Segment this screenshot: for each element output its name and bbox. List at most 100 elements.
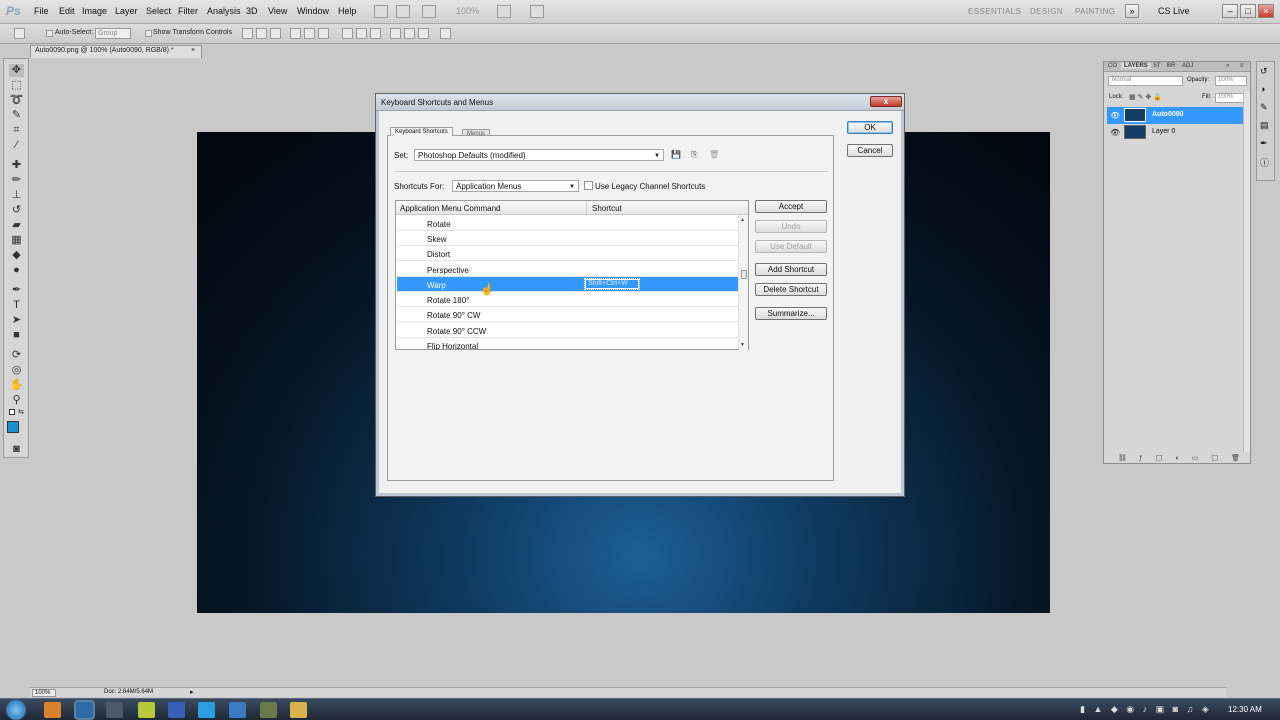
blur-tool-icon[interactable]: ◆	[9, 249, 24, 262]
distribute-right-icon[interactable]	[418, 28, 429, 39]
marquee-tool-icon[interactable]: ⬚	[9, 79, 24, 92]
legacy-channel-checkbox[interactable]	[584, 181, 593, 190]
brushes-panel-icon[interactable]: ✎	[1260, 102, 1268, 113]
menu-file[interactable]: File	[34, 6, 49, 16]
panel-menu-icon[interactable]: ≡	[1240, 63, 1244, 69]
scroll-up-icon[interactable]: ▲	[740, 217, 745, 223]
skype-icon[interactable]	[198, 702, 215, 718]
align-right-icon[interactable]	[318, 28, 329, 39]
dodge-tool-icon[interactable]: ●	[9, 264, 24, 277]
healing-brush-tool-icon[interactable]: ✚	[9, 159, 24, 172]
new-set-icon[interactable]: ⎘	[690, 150, 699, 159]
scroll-down-icon[interactable]: ▼	[740, 342, 745, 348]
panel-collapse-icon[interactable]: »	[1226, 63, 1229, 69]
eraser-tool-icon[interactable]: ▰	[9, 219, 24, 232]
list-item[interactable]: Perspective	[397, 262, 738, 277]
web-icon[interactable]	[229, 702, 246, 718]
firefox-icon[interactable]	[44, 702, 61, 718]
taskbar-clock[interactable]: 12:30 AM	[1228, 705, 1262, 714]
dialog-close-icon[interactable]: x	[870, 96, 902, 107]
menu-layer[interactable]: Layer	[115, 6, 138, 16]
list-item[interactable]: Distort	[397, 246, 738, 261]
dialog-titlebar[interactable]: Keyboard Shortcuts and Menus x	[376, 94, 904, 111]
accept-button[interactable]: Accept	[755, 200, 827, 213]
maximize-icon[interactable]: □	[1240, 4, 1256, 18]
notes-icon[interactable]	[138, 702, 155, 718]
app-close-icon[interactable]: ×	[1258, 4, 1274, 18]
menu-select[interactable]: Select	[146, 6, 171, 16]
gradient-tool-icon[interactable]: ▦	[9, 234, 24, 247]
media-icon[interactable]	[106, 702, 123, 718]
undo-button[interactable]: Undo	[755, 220, 827, 233]
visibility-eye-icon[interactable]: 👁	[1110, 111, 1120, 120]
explorer-icon[interactable]	[290, 702, 307, 718]
foreground-color-swatch[interactable]	[7, 421, 19, 433]
menu-view[interactable]: View	[268, 6, 287, 16]
path-selection-tool-icon[interactable]: ➤	[9, 314, 24, 327]
distribute-hcenter-icon[interactable]	[404, 28, 415, 39]
status-menu-arrow-icon[interactable]: ▸	[190, 688, 194, 696]
brush-tool-icon[interactable]: ✏	[9, 174, 24, 187]
distribute-bottom-icon[interactable]	[370, 28, 381, 39]
list-item-selected[interactable]: Warp Shift+Ctrl+W	[397, 277, 738, 292]
quick-mask-icon[interactable]: ◙	[9, 443, 24, 456]
eyedropper-tool-icon[interactable]: ⁄	[9, 139, 24, 152]
start-button-icon[interactable]	[6, 700, 26, 720]
pen-tool-icon[interactable]: ✒	[9, 284, 24, 297]
zoom-level[interactable]: 100%	[456, 6, 479, 16]
view-extras-icon[interactable]	[422, 5, 436, 18]
photoshop-taskbar-icon[interactable]	[76, 702, 93, 718]
tab-layers[interactable]: LAYERS	[1121, 63, 1151, 69]
screen-mode-icon[interactable]	[530, 5, 544, 18]
menu-help[interactable]: Help	[338, 6, 357, 16]
visibility-eye-icon[interactable]: 👁	[1110, 128, 1120, 137]
history-panel-icon[interactable]: ↺	[1260, 66, 1268, 77]
clone-stamp-tool-icon[interactable]: ⊥	[9, 189, 24, 202]
align-vcenter-icon[interactable]	[256, 28, 267, 39]
menu-edit[interactable]: Edit	[59, 6, 75, 16]
layers-footer-icons[interactable]: ⛓ ƒ ◻ ◐ ▭ ◻ 🗑	[1118, 454, 1245, 462]
list-item[interactable]: Skew	[397, 231, 738, 246]
cs-live-button[interactable]: CS Live	[1158, 6, 1190, 16]
layers-scrollbar[interactable]	[1243, 92, 1250, 452]
save-set-icon[interactable]: 💾	[671, 150, 681, 159]
arrange-documents-icon[interactable]	[497, 5, 511, 18]
scroll-thumb[interactable]	[741, 270, 747, 279]
paths-panel-icon[interactable]: ✒	[1260, 138, 1268, 149]
auto-align-icon[interactable]	[440, 28, 451, 39]
default-colors-icon[interactable]	[9, 409, 15, 415]
layer-row-layer0[interactable]: 👁 Layer 0	[1107, 124, 1244, 141]
layer-name[interactable]: Layer 0	[1152, 128, 1175, 135]
quick-selection-tool-icon[interactable]: ✎	[9, 109, 24, 122]
menu-window[interactable]: Window	[297, 6, 329, 16]
tab-styles[interactable]: ST	[1153, 63, 1161, 69]
adjustments-panel-icon[interactable]: ◑	[1260, 84, 1265, 94]
shortcut-edit-field[interactable]: Shift+Ctrl+W	[584, 278, 640, 290]
cancel-button[interactable]: Cancel	[847, 144, 893, 157]
type-tool-icon[interactable]: T	[9, 299, 24, 312]
menu-analysis[interactable]: Analysis	[207, 6, 241, 16]
workspace-painting[interactable]: PAINTING	[1075, 7, 1115, 16]
minimize-icon[interactable]: –	[1222, 4, 1238, 18]
align-bottom-icon[interactable]	[270, 28, 281, 39]
mini-bridge-icon[interactable]	[396, 5, 410, 18]
tab-brushes[interactable]: BR	[1167, 63, 1175, 69]
workspace-design[interactable]: DESIGN	[1030, 7, 1063, 16]
shortcuts-for-select[interactable]: Application Menus ▼	[452, 180, 579, 192]
list-item[interactable]: Rotate 90° CCW	[397, 323, 738, 338]
shape-tool-icon[interactable]: ■	[9, 329, 24, 342]
move-tool-icon[interactable]: ✥	[9, 64, 24, 77]
list-item[interactable]: Rotate 180°	[397, 292, 738, 307]
swap-colors-icon[interactable]: ⇆	[18, 408, 24, 416]
align-left-icon[interactable]	[290, 28, 301, 39]
workspace-overflow-icon[interactable]: »	[1125, 4, 1139, 18]
menu-3d[interactable]: 3D	[246, 6, 258, 16]
move-tool-preset-icon[interactable]	[14, 28, 25, 39]
align-hcenter-icon[interactable]	[304, 28, 315, 39]
align-top-icon[interactable]	[242, 28, 253, 39]
system-tray-icons[interactable]: ▮ ▲ ◆ ◉ ♪ ▣ ◙ ♫ ◈	[1080, 704, 1212, 715]
list-item[interactable]: Rotate 90° CW	[397, 307, 738, 322]
status-zoom-field[interactable]: 100%	[32, 689, 56, 697]
tab-color[interactable]: CO	[1108, 63, 1117, 69]
blend-mode-select[interactable]: Normal	[1108, 76, 1183, 86]
